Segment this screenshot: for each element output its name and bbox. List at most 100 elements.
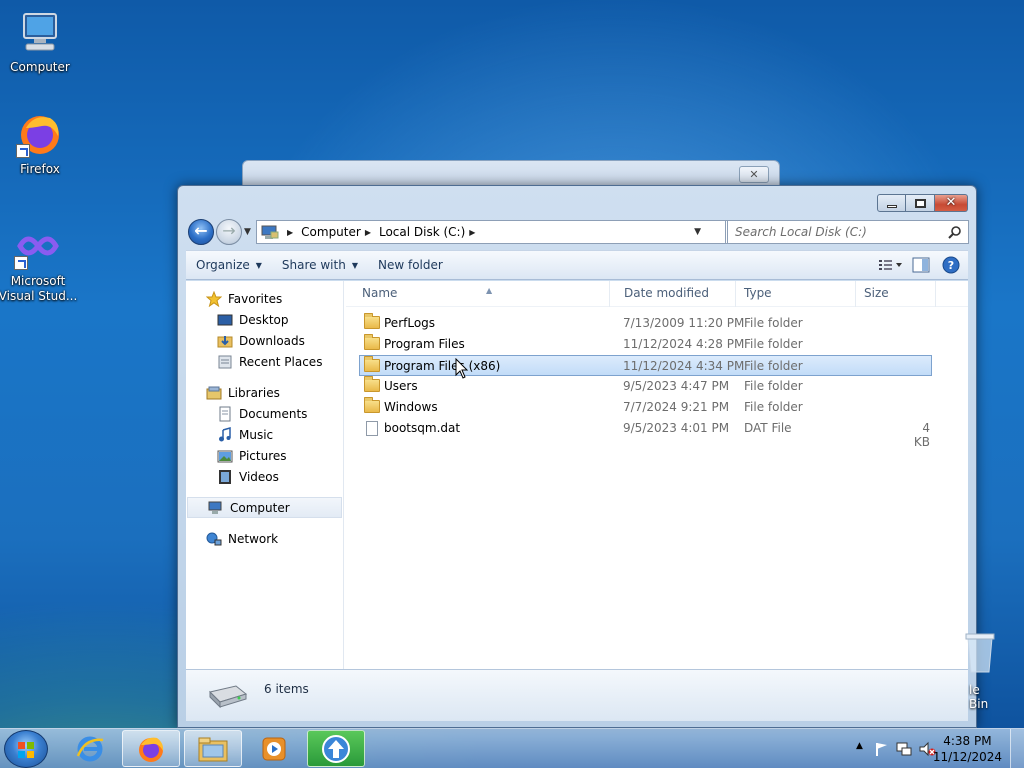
maximize-icon xyxy=(914,198,926,208)
desktop-icon-visual-studio[interactable]: Microsoft Visual Stud... xyxy=(0,222,78,304)
breadcrumb-local-disk[interactable]: Local Disk (C:) xyxy=(379,225,465,239)
desktop-icon-computer[interactable]: Computer xyxy=(0,8,80,75)
nav-item-recent-places[interactable]: Recent Places xyxy=(186,351,343,372)
nav-item-music[interactable]: Music xyxy=(186,424,343,445)
nav-item-downloads[interactable]: Downloads xyxy=(186,330,343,351)
recent-pages-dropdown[interactable]: ▼ xyxy=(244,227,251,237)
nav-item-desktop[interactable]: Desktop xyxy=(186,309,343,330)
folder-icon xyxy=(364,334,380,351)
preview-pane-button[interactable] xyxy=(908,254,934,276)
breadcrumb-separator-icon[interactable]: ▶ xyxy=(365,228,371,237)
nav-item-videos[interactable]: Videos xyxy=(186,466,343,487)
nav-label: Computer xyxy=(230,500,290,515)
new-folder-button[interactable]: New folder xyxy=(368,251,453,279)
minimize-button[interactable] xyxy=(877,194,906,212)
help-button[interactable]: ? xyxy=(938,254,964,276)
view-list-icon xyxy=(879,260,902,270)
nav-label: Favorites xyxy=(228,291,283,306)
search-icon[interactable] xyxy=(948,225,962,239)
breadcrumb-computer[interactable]: Computer xyxy=(301,225,361,239)
column-label: Type xyxy=(744,286,772,300)
file-row[interactable]: bootsqm.dat 9/5/2023 4:01 PM DAT File 4 … xyxy=(346,418,968,449)
taskbar-app-arrow[interactable] xyxy=(307,730,365,767)
nav-label: Videos xyxy=(239,469,279,484)
action-center-flag-icon[interactable] xyxy=(874,741,890,757)
network-icon xyxy=(206,531,222,547)
file-size: 4 KB xyxy=(913,421,930,449)
file-icon xyxy=(364,421,380,436)
change-view-button[interactable] xyxy=(878,254,904,276)
file-row[interactable]: PerfLogs 7/13/2009 11:20 PM File folder xyxy=(346,313,968,334)
column-header-name[interactable]: Name ▲ xyxy=(354,281,610,307)
visual-studio-icon xyxy=(14,222,62,270)
column-header-type[interactable]: Type xyxy=(736,281,856,307)
file-row[interactable]: Users 9/5/2023 4:47 PM File folder xyxy=(346,376,968,397)
nav-item-favorites[interactable]: Favorites xyxy=(186,288,343,309)
computer-icon xyxy=(261,224,279,240)
show-hidden-icons-chevron-icon[interactable]: ▲ xyxy=(856,741,863,751)
file-date: 7/13/2009 11:20 PM xyxy=(623,316,745,330)
taskbar-windows-explorer[interactable] xyxy=(184,730,242,767)
window-controls: ✕ xyxy=(877,194,968,212)
share-with-button[interactable]: Share with ▼ xyxy=(272,251,368,279)
minimize-icon xyxy=(886,204,897,208)
address-bar[interactable]: ▶ Computer ▶ Local Disk (C:) ▶ ▼ xyxy=(256,220,726,244)
organize-button[interactable]: Organize ▼ xyxy=(186,251,272,279)
pictures-icon xyxy=(217,448,233,464)
music-icon xyxy=(217,426,233,443)
maximize-button[interactable] xyxy=(906,194,935,212)
file-name: Users xyxy=(384,379,418,393)
file-row[interactable]: Windows 7/7/2024 9:21 PM File folder xyxy=(346,397,968,418)
nav-item-pictures[interactable]: Pictures xyxy=(186,445,343,466)
taskbar-media-player[interactable] xyxy=(245,730,303,767)
file-name: Program Files (x86) xyxy=(384,359,501,373)
search-box[interactable] xyxy=(727,220,969,244)
desktop-icon-firefox[interactable]: Firefox xyxy=(0,110,80,177)
nav-item-documents[interactable]: Documents xyxy=(186,403,343,424)
desktop-icon-label: Computer xyxy=(10,60,70,74)
file-name: PerfLogs xyxy=(384,316,436,330)
folder-icon xyxy=(364,313,380,330)
content-area: Favorites Desktop Downloads Recent Place… xyxy=(186,281,968,669)
show-desktop-button[interactable] xyxy=(1010,729,1024,768)
column-header-size[interactable]: Size xyxy=(856,281,936,307)
forward-arrow-icon: → xyxy=(222,221,236,240)
hard-drive-icon xyxy=(209,685,248,708)
nav-item-computer[interactable]: Computer xyxy=(187,497,342,518)
shortcut-arrow-icon xyxy=(16,144,30,158)
start-button[interactable] xyxy=(4,730,48,768)
breadcrumb-separator-icon[interactable]: ▶ xyxy=(469,228,475,237)
back-button[interactable]: ← xyxy=(188,219,214,245)
clock[interactable]: 4:38 PM 11/12/2024 xyxy=(933,733,1002,765)
desktop-icon-recycle-bin[interactable]: le Bin xyxy=(960,630,1000,711)
close-button[interactable]: ✕ xyxy=(935,194,968,212)
file-row-selected[interactable]: Program Files (x86) 11/12/2024 4:34 PM F… xyxy=(359,355,932,376)
file-date: 9/5/2023 4:47 PM xyxy=(623,379,730,393)
search-input[interactable] xyxy=(735,222,945,242)
file-row[interactable]: Program Files 11/12/2024 4:28 PM File fo… xyxy=(346,334,968,355)
nav-item-libraries[interactable]: Libraries xyxy=(186,382,343,403)
column-header-date[interactable]: Date modified xyxy=(616,281,736,307)
recycle-bin-icon xyxy=(965,633,995,673)
taskbar-internet-explorer[interactable] xyxy=(61,730,119,767)
recent-places-icon xyxy=(217,354,233,370)
file-name: Windows xyxy=(384,400,438,414)
internet-explorer-icon xyxy=(76,736,104,761)
close-button[interactable]: ✕ xyxy=(739,166,769,183)
breadcrumb-separator-icon[interactable]: ▶ xyxy=(287,228,293,237)
folder-icon xyxy=(364,376,380,393)
nav-item-network[interactable]: Network xyxy=(186,528,343,549)
column-headers: Name ▲ Date modified Type Size xyxy=(346,281,968,307)
navigation-pane: Favorites Desktop Downloads Recent Place… xyxy=(186,281,344,669)
command-bar: Organize ▼ Share with ▼ New folder ? xyxy=(186,250,968,280)
file-name: bootsqm.dat xyxy=(384,421,461,435)
forward-button[interactable]: → xyxy=(216,219,242,245)
address-dropdown-icon[interactable]: ▼ xyxy=(694,227,701,237)
nav-label: Documents xyxy=(239,406,308,421)
taskbar-firefox[interactable] xyxy=(122,730,180,767)
back-arrow-icon: ← xyxy=(194,221,208,240)
nav-label: Recent Places xyxy=(239,354,323,369)
libraries-icon xyxy=(206,385,222,401)
folder-icon xyxy=(364,397,380,414)
network-status-icon[interactable] xyxy=(896,741,912,757)
